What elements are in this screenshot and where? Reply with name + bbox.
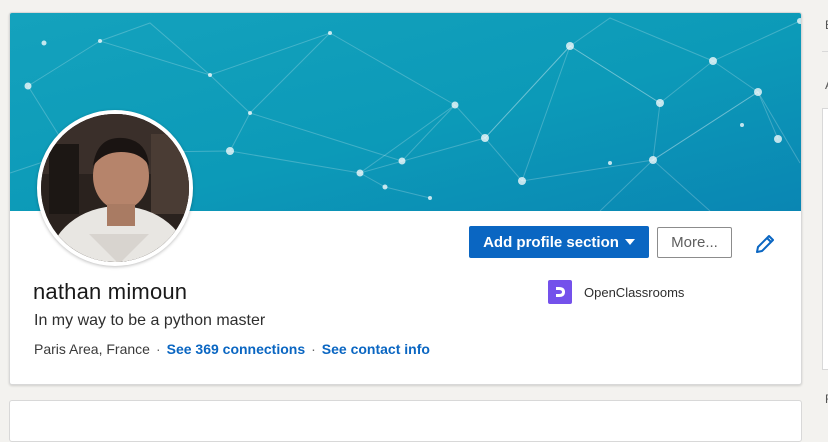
next-section-card xyxy=(9,400,802,442)
profile-photo[interactable] xyxy=(37,110,193,266)
edit-intro-button[interactable] xyxy=(753,232,777,256)
profile-headline: In my way to be a python master xyxy=(34,312,266,329)
current-company[interactable]: OpenClassrooms xyxy=(548,280,684,304)
see-connections-link[interactable]: See 369 connections xyxy=(167,341,306,357)
right-sidebar-divider xyxy=(822,51,828,52)
see-contact-info-link[interactable]: See contact info xyxy=(322,341,430,357)
pencil-icon xyxy=(756,235,774,253)
company-name: OpenClassrooms xyxy=(584,284,685,300)
caret-down-icon xyxy=(624,239,635,245)
right-sidebar-panel xyxy=(822,108,828,370)
add-profile-section-label: Add profile section xyxy=(483,233,619,251)
more-button[interactable]: More... xyxy=(657,227,732,258)
add-profile-section-button[interactable]: Add profile section xyxy=(469,226,649,258)
openclassrooms-logo-icon xyxy=(548,280,572,304)
avatar-image xyxy=(41,114,189,262)
profile-meta: Paris Area, France · See 369 connections · S… xyxy=(34,341,430,357)
profile-location: Paris Area, France xyxy=(34,341,150,357)
separator-dot: · xyxy=(155,341,161,357)
profile-name: nathan mimoun xyxy=(33,279,188,304)
profile-card: Add profile section More... nathan mimou… xyxy=(9,12,802,385)
separator-dot: · xyxy=(311,341,316,357)
